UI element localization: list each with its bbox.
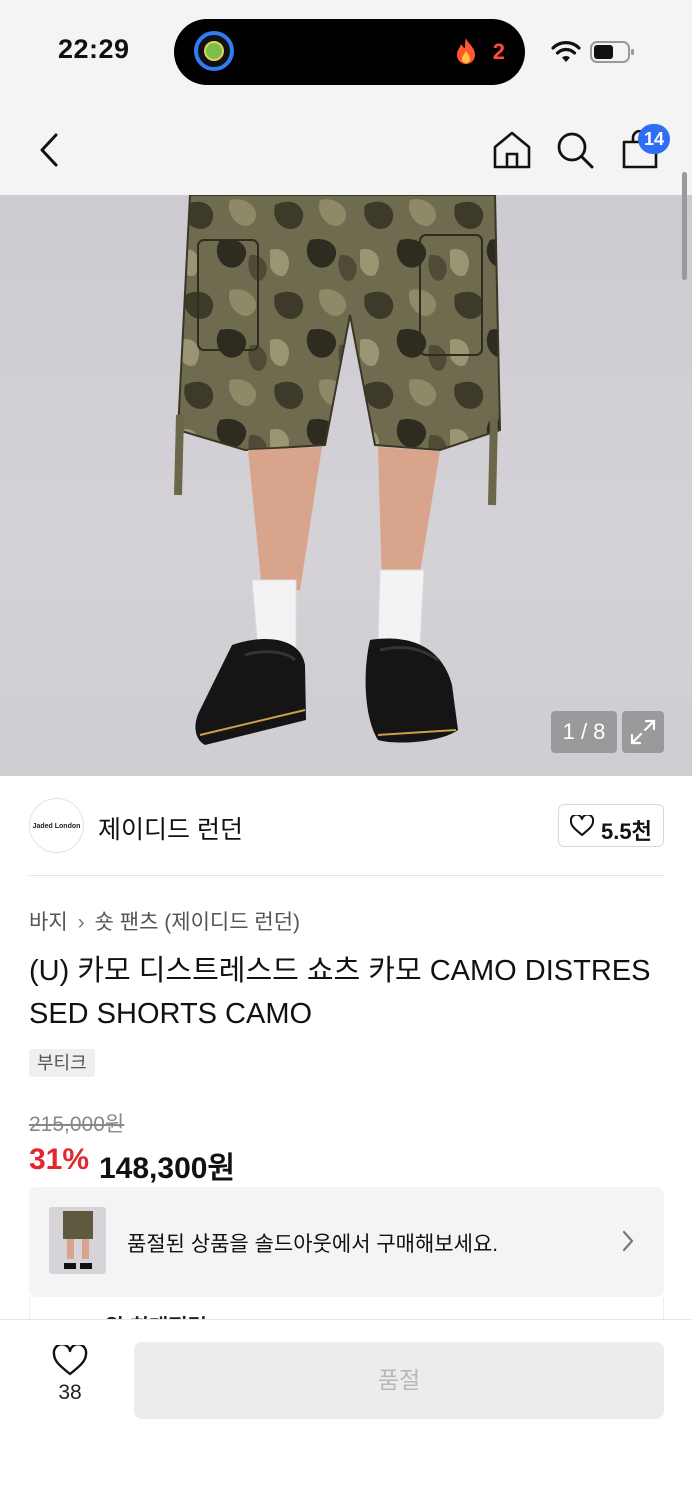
soldout-text: 품절된 상품을 솔드아웃에서 구매해보세요. [127, 1233, 499, 1256]
breadcrumb: 바지 › 숏 팬츠 (제이디드 런던) [29, 906, 300, 936]
wifi-icon [551, 41, 581, 62]
brand-like-button[interactable]: 5.5천 [558, 804, 664, 847]
soldout-thumbnail [49, 1207, 106, 1274]
top-navigation [0, 100, 692, 195]
chevron-right-icon[interactable] [620, 1229, 636, 1253]
island-count: 2 [492, 39, 505, 64]
sale-price: 148,300원 [99, 1152, 236, 1185]
back-icon[interactable] [36, 132, 64, 168]
breadcrumb-subcategory[interactable]: 숏 팬츠 (제이디드 런던) [95, 911, 300, 934]
brand-name[interactable]: 제이디드 런던 [98, 810, 243, 846]
status-bar: 22:29 2 [0, 0, 692, 100]
wish-count: 38 [58, 1381, 82, 1404]
image-counter: 1 / 8 [551, 711, 617, 753]
search-icon[interactable] [555, 130, 595, 170]
original-price: 215,000원 [29, 1113, 125, 1136]
product-tag: 부티크 [29, 1049, 95, 1077]
fire-icon [457, 38, 475, 64]
heart-icon [52, 1345, 88, 1376]
discount-rate: 31% [29, 1143, 90, 1176]
cart-count-badge[interactable]: 14 [638, 124, 670, 154]
heart-icon [570, 815, 594, 836]
brand-like-count: 5.5천 [601, 819, 652, 844]
expand-icon [630, 719, 656, 745]
expand-image-button[interactable] [622, 711, 664, 753]
dynamic-island[interactable]: 2 [174, 19, 525, 85]
status-time: 22:29 [58, 34, 130, 64]
brand-logo[interactable]: Jaded London [29, 798, 84, 853]
soldout-purchase-button[interactable]: 품절 [134, 1342, 664, 1419]
home-icon[interactable] [492, 130, 532, 170]
scroll-indicator[interactable] [682, 172, 687, 280]
battery-icon [590, 41, 634, 63]
product-photo-illustration [174, 195, 502, 745]
product-image[interactable] [0, 195, 692, 776]
product-title: (U) 카모 디스트레스드 쇼츠 카모 CAMO DISTRESSED SHOR… [29, 955, 651, 1030]
breadcrumb-category[interactable]: 바지 [29, 911, 68, 934]
divider [29, 875, 664, 876]
wish-button[interactable]: 38 [40, 1345, 100, 1415]
app-activity-icon [194, 31, 234, 71]
chevron-right-icon: › [77, 911, 85, 934]
